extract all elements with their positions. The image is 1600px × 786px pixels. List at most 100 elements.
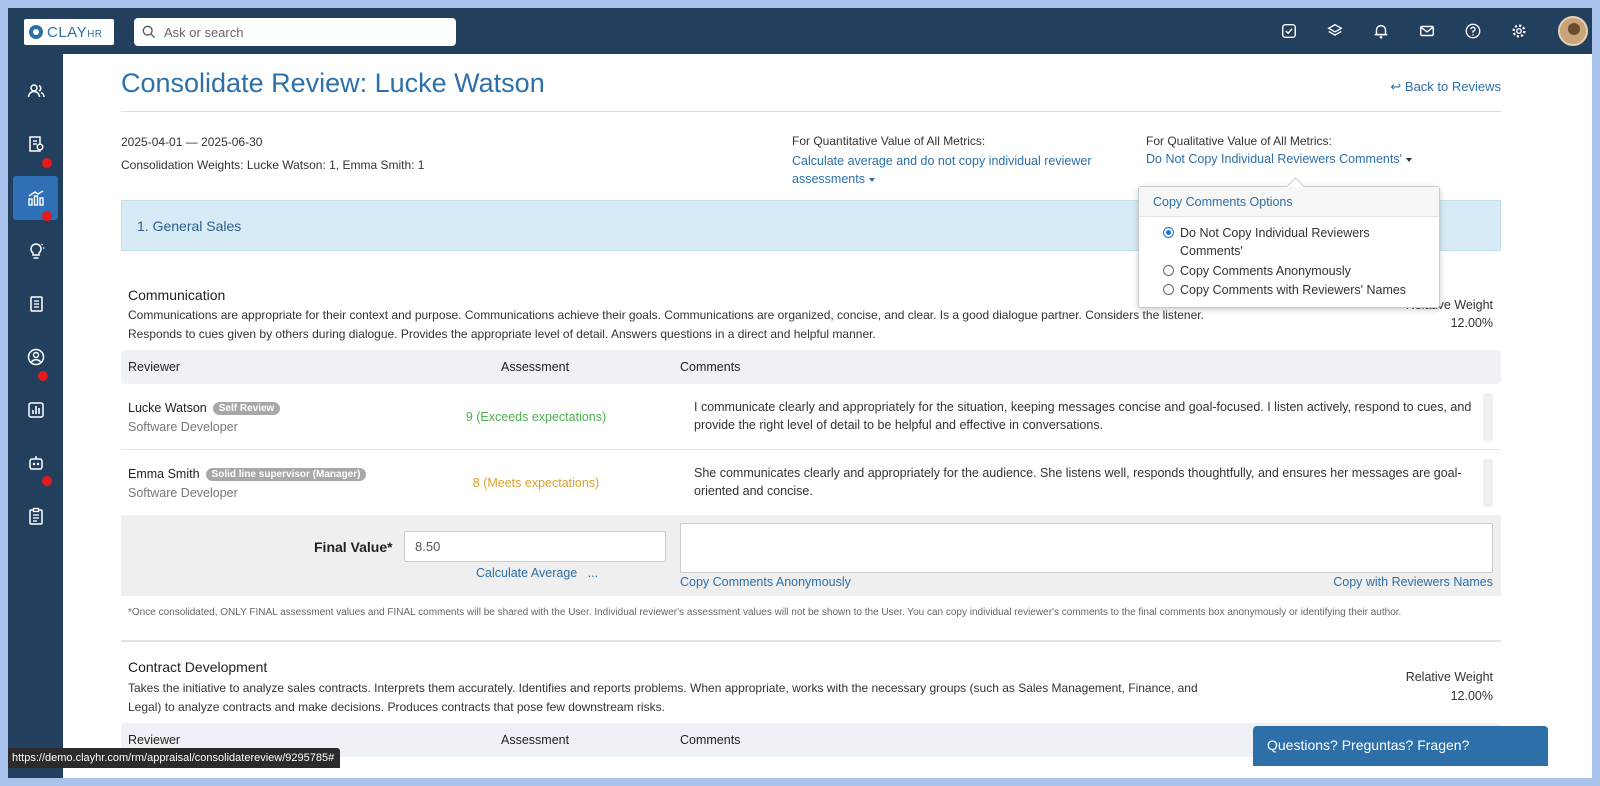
- search-icon: [142, 25, 156, 39]
- back-arrow-icon: ↩: [1390, 79, 1402, 94]
- logo-suffix: HR: [87, 28, 103, 40]
- help-icon[interactable]: [1450, 20, 1496, 42]
- quantitative-label: For Quantitative Value of All Metrics:: [792, 134, 986, 148]
- reviewer-tag: Self Review: [212, 402, 281, 415]
- notification-badge: [38, 371, 48, 381]
- bar-chart-icon: [27, 402, 44, 418]
- status-bar-url: https://demo.clayhr.com/rm/appraisal/con…: [8, 748, 341, 768]
- chart-growth-icon: [27, 190, 44, 206]
- col-assessment: Assessment: [501, 360, 570, 374]
- reviewer-role: Software Developer: [128, 420, 238, 434]
- user-circle-icon: [27, 348, 44, 366]
- qualitative-option-dropdown[interactable]: Do Not Copy Individual Reviewers Comment…: [1146, 152, 1412, 166]
- col-comments: Comments: [680, 360, 741, 374]
- notification-badge: [42, 158, 52, 168]
- calculate-average-link[interactable]: Calculate Average: [476, 566, 577, 580]
- app-window: CLAYHR Ask or search Consolidate Review:…: [8, 8, 1592, 778]
- metric-description: Takes the initiative to analyze sales co…: [128, 681, 1198, 714]
- metric-title: Contract Development: [128, 659, 268, 675]
- sidebar-item-profile[interactable]: [13, 335, 58, 379]
- sidebar-item-reports[interactable]: [13, 388, 58, 432]
- radio-unselected[interactable]: [1163, 265, 1174, 276]
- help-widget-button[interactable]: Questions? Preguntas? Fragen?: [1253, 726, 1548, 766]
- final-value-input[interactable]: [404, 531, 666, 562]
- review-date-range: 2025-04-01 — 2025-06-30: [121, 135, 263, 149]
- qualitative-label: For Qualitative Value of All Metrics:: [1146, 134, 1332, 148]
- final-comment-textarea[interactable]: [680, 523, 1493, 573]
- option-label: Do Not Copy Individual Reviewers Comment…: [1180, 226, 1370, 258]
- sidebar-item-documents[interactable]: [13, 282, 58, 326]
- assessment-value: 9 (Exceeds expectations): [465, 410, 607, 424]
- reviewer-name: Emma Smith: [128, 467, 200, 481]
- people-icon: [27, 84, 45, 98]
- radio-unselected[interactable]: [1163, 284, 1174, 295]
- lightbulb-icon: [29, 243, 44, 259]
- sidebar-item-people[interactable]: [13, 69, 58, 113]
- section-title: 1. General Sales: [137, 218, 242, 234]
- caret-down-icon: [1405, 157, 1412, 162]
- radio-selected[interactable]: [1163, 227, 1174, 238]
- qualitative-option-value: Do Not Copy Individual Reviewers Comment…: [1146, 152, 1402, 166]
- assessment-value: 8 (Meets expectations): [472, 476, 600, 490]
- reviewer-table-header: Reviewer Assessment Comments: [121, 350, 1501, 384]
- top-bar: CLAYHR: [8, 8, 1592, 54]
- relative-weight-value: 12.00%: [1450, 689, 1493, 703]
- user-avatar[interactable]: [1558, 16, 1588, 46]
- final-value-label: Final Value*: [314, 539, 393, 555]
- notification-badge: [42, 476, 52, 486]
- metric-title: Communication: [128, 287, 226, 303]
- metric-description: Communications are appropriate for their…: [128, 308, 1204, 341]
- relative-weight-label: Relative Weight: [1405, 670, 1493, 684]
- layers-icon[interactable]: [1312, 20, 1358, 42]
- gear-icon[interactable]: [1496, 20, 1542, 42]
- caret-down-icon: [868, 177, 875, 182]
- more-options-link[interactable]: ...: [588, 566, 598, 580]
- divider: [121, 111, 1501, 112]
- popup-title: Copy Comments Options: [1139, 187, 1439, 217]
- header-icons: [1266, 20, 1542, 42]
- col-reviewer: Reviewer: [128, 360, 181, 374]
- inbox-check-icon[interactable]: [1266, 20, 1312, 42]
- sidebar: [8, 54, 63, 778]
- option-label: Copy Comments with Reviewers' Names: [1180, 283, 1407, 297]
- col-assessment: Assessment: [501, 733, 570, 747]
- robot-icon: [28, 456, 43, 470]
- quantitative-option-dropdown[interactable]: Calculate average and do not copy indivi…: [792, 152, 1102, 188]
- sidebar-item-ideas[interactable]: [13, 229, 58, 273]
- search-input[interactable]: [164, 24, 444, 40]
- reviewer-comment: I communicate clearly and appropriately …: [694, 400, 1472, 432]
- reviewer-tag: Solid line supervisor (Manager): [205, 468, 367, 481]
- relative-weight-value: 12.00%: [1450, 316, 1493, 330]
- reviewer-role: Software Developer: [128, 486, 238, 500]
- option-copy-anonymously[interactable]: Copy Comments Anonymously: [1163, 262, 1423, 280]
- notification-badge: [42, 211, 52, 221]
- quantitative-option-value: Calculate average and do not copy indivi…: [792, 154, 1092, 186]
- search-box[interactable]: [134, 18, 456, 46]
- option-do-not-copy[interactable]: Do Not Copy Individual Reviewers Comment…: [1163, 224, 1423, 260]
- page-title: Consolidate Review: Lucke Watson: [121, 68, 545, 98]
- comment-scrollbar[interactable]: [1483, 393, 1493, 441]
- mail-icon[interactable]: [1404, 20, 1450, 42]
- copy-comments-anonymously-link[interactable]: Copy Comments Anonymously: [680, 575, 851, 589]
- table-row: Lucke Watson Self Review Software Develop…: [121, 384, 1501, 450]
- sidebar-item-tasks[interactable]: [13, 494, 58, 538]
- comment-scrollbar[interactable]: [1483, 459, 1493, 507]
- option-label: Copy Comments Anonymously: [1180, 264, 1351, 278]
- option-copy-with-names[interactable]: Copy Comments with Reviewers' Names: [1163, 281, 1423, 299]
- back-to-reviews-label: Back to Reviews: [1404, 79, 1501, 94]
- consolidation-footnote: *Once consolidated, ONLY FINAL assessmen…: [128, 607, 1402, 618]
- divider: [121, 640, 1501, 642]
- final-value-row: Final Value* Calculate Average ... Copy …: [121, 515, 1501, 596]
- copy-comments-options-popup: Copy Comments Options Do Not Copy Indivi…: [1138, 186, 1440, 308]
- reviewer-name: Lucke Watson: [128, 401, 207, 415]
- back-to-reviews-link[interactable]: ↩ Back to Reviews: [1390, 79, 1501, 95]
- documents-icon: [29, 296, 43, 312]
- col-reviewer: Reviewer: [128, 733, 181, 747]
- clayhr-logo[interactable]: CLAYHR: [24, 19, 114, 45]
- logo-text: CLAY: [47, 23, 88, 41]
- bell-icon[interactable]: [1358, 20, 1404, 42]
- clipboard-icon: [28, 507, 43, 525]
- table-row: Emma Smith Solid line supervisor (Manager…: [121, 450, 1501, 516]
- reviewer-comment: She communicates clearly and appropriate…: [694, 466, 1462, 498]
- copy-with-reviewers-names-link[interactable]: Copy with Reviewers Names: [1333, 575, 1493, 589]
